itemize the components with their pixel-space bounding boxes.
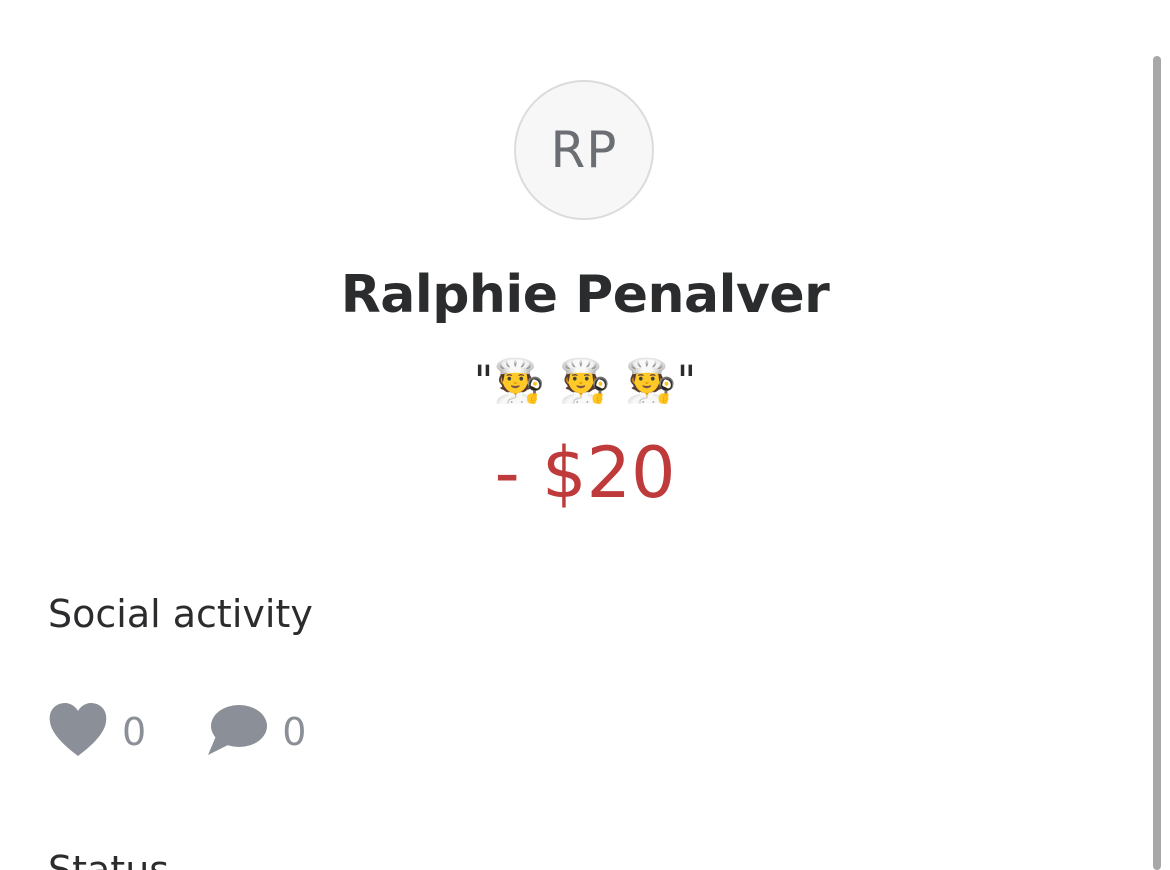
avatar-initials: RP (550, 121, 618, 179)
comments-count: 0 (282, 710, 307, 754)
like-button[interactable]: 0 (48, 702, 146, 763)
social-activity-heading: Social activity (48, 592, 313, 636)
transaction-amount: - $20 (494, 432, 676, 514)
heart-icon (48, 702, 108, 763)
comment-button[interactable]: 0 (206, 702, 306, 763)
scrollbar[interactable] (1153, 56, 1161, 870)
status-heading: Status (48, 848, 170, 870)
likes-count: 0 (122, 710, 147, 754)
social-activity-row: 0 0 (48, 702, 306, 762)
avatar[interactable]: RP (514, 80, 654, 220)
comment-bubble-icon (206, 702, 268, 763)
user-name[interactable]: Ralphie Penalver (0, 265, 1170, 325)
transaction-note: "🧑‍🍳 🧑‍🍳 🧑‍🍳" (473, 356, 697, 405)
transaction-detail-page: RP Ralphie Penalver "🧑‍🍳 🧑‍🍳 🧑‍🍳" - $20 … (0, 0, 1170, 870)
